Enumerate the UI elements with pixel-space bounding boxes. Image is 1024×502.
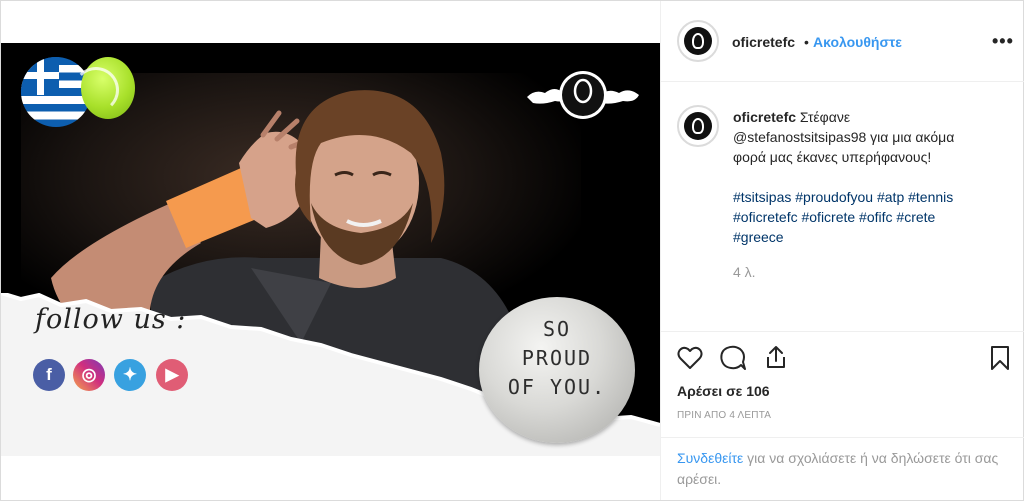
post-username[interactable]: oficretefc <box>732 34 795 50</box>
proud-coin-badge: SO PROUD OF YOU. <box>479 297 635 443</box>
instagram-icon: ◎ <box>73 359 105 391</box>
likes-count[interactable]: Αρέσει σε 106 <box>677 383 770 399</box>
separator-dot: • <box>804 34 809 50</box>
caption-text-1: Στέφανε <box>799 109 851 125</box>
comment-icon[interactable] <box>719 345 747 371</box>
youtube-icon: ▶ <box>156 359 188 391</box>
club-logo <box>527 71 639 119</box>
more-options-icon[interactable]: ••• <box>992 31 1014 52</box>
facebook-icon: f <box>33 359 65 391</box>
tennis-ball-icon <box>73 57 135 119</box>
post-media: SO PROUD OF YOU. follow us : f ◎ ✦ ▶ <box>1 1 661 500</box>
hashtag-line-3[interactable]: #greece <box>733 227 1003 247</box>
coin-line-2: PROUD <box>521 346 593 370</box>
hashtag-line-1[interactable]: #tsitsipas #proudofyou #atp #tennis <box>733 187 1003 207</box>
share-icon[interactable] <box>763 344 789 370</box>
bookmark-icon[interactable] <box>989 345 1011 371</box>
post-image[interactable]: SO PROUD OF YOU. <box>1 43 660 456</box>
caption-avatar[interactable] <box>677 105 719 147</box>
login-prompt: Συνδεθείτε για να σχολιάσετε ή να δηλώσε… <box>677 448 1007 490</box>
action-bar <box>661 331 1024 372</box>
coin-line-1: SO <box>542 317 572 341</box>
caption-time: 4 λ. <box>733 264 756 280</box>
login-link[interactable]: Συνδεθείτε <box>677 450 743 466</box>
twitter-icon: ✦ <box>114 359 146 391</box>
caption-text-2[interactable]: @stefanostsitsipas98 για μια ακόμα <box>733 127 1003 147</box>
post-frame: SO PROUD OF YOU. follow us : f ◎ ✦ ▶ ofi… <box>0 0 1024 501</box>
follow-button[interactable]: Ακολουθήστε <box>813 34 902 50</box>
coin-line-3: OF YOU. <box>507 375 607 399</box>
follow-us-text: follow us : <box>35 304 187 335</box>
post-header: oficretefc • Ακολουθήστε ••• <box>661 1 1024 82</box>
club-badge-icon <box>684 112 712 140</box>
caption-text-3: φορά μας έκανες υπερήφανους! <box>733 149 932 165</box>
hashtag-line-2[interactable]: #oficretefc #oficrete #ofifc #crete <box>733 207 1003 227</box>
heart-icon[interactable] <box>677 346 703 370</box>
posted-time: ΠΡΙΝ ΑΠΟ 4 ΛΕΠΤΑ <box>677 410 772 421</box>
post-caption: oficretefc Στέφανε @stefanostsitsipas98 … <box>733 107 1003 247</box>
avatar[interactable] <box>677 20 719 62</box>
club-badge-icon <box>684 27 712 55</box>
hashtags: #tsitsipas #proudofyou #atp #tennis #ofi… <box>733 187 1003 247</box>
caption-username[interactable]: oficretefc <box>733 109 796 125</box>
